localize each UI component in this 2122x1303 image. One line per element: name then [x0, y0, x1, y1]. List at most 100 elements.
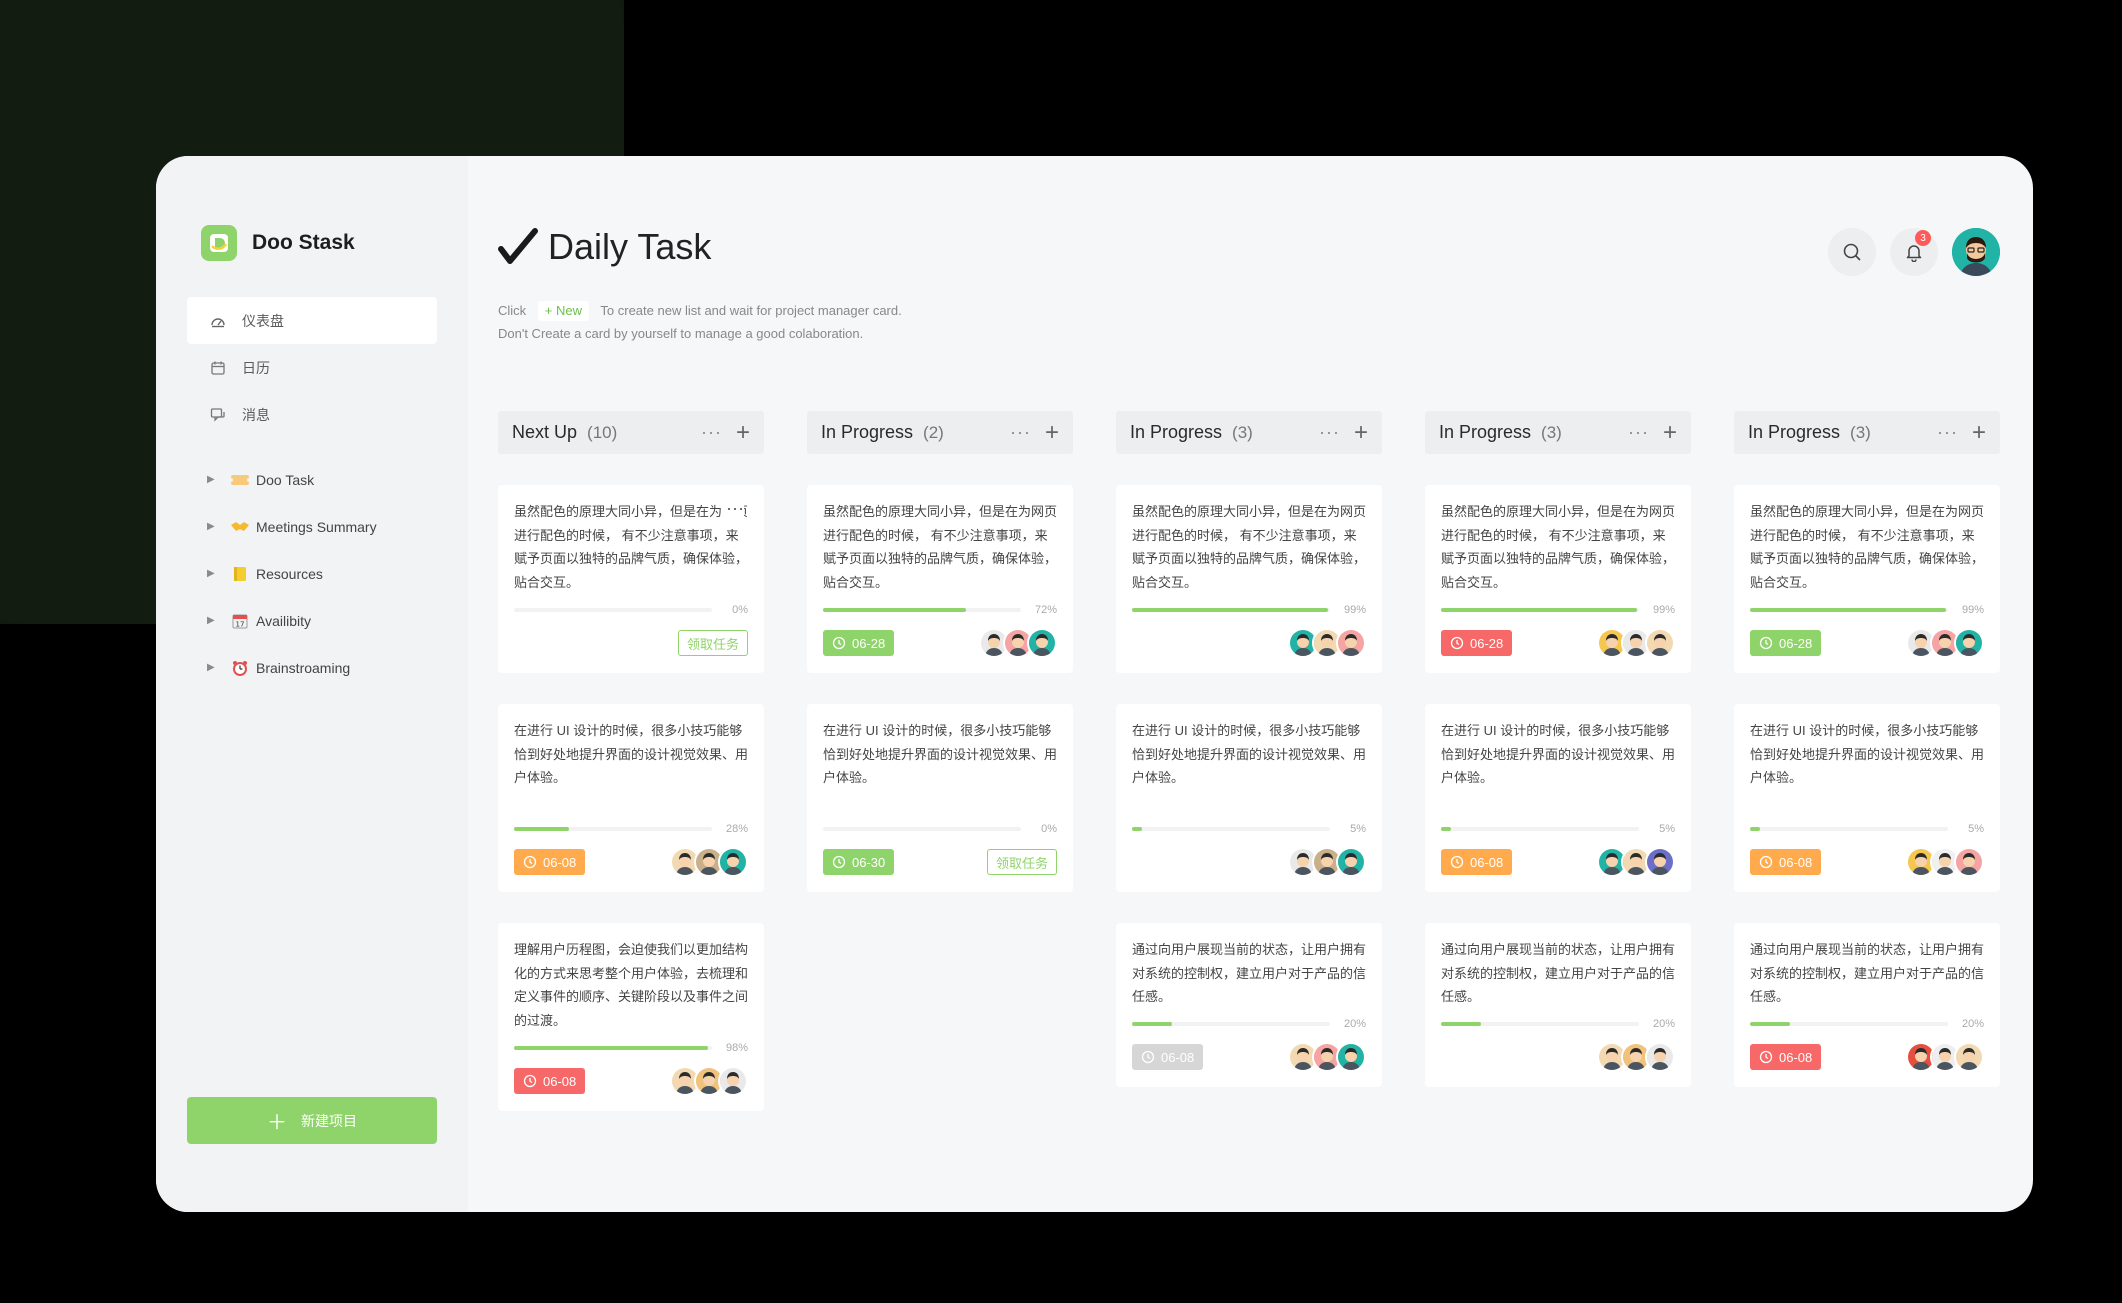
notebook-icon	[230, 566, 250, 582]
assignee-avatars	[1597, 628, 1675, 658]
task-card[interactable]: 虽然配色的原理大同小异，但是在为网页进行配色的时候， 有不少注意事项，来赋予页面…	[498, 485, 764, 673]
project-item-brainstroaming[interactable]: ▶ Brainstroaming	[187, 644, 437, 691]
avatar[interactable]	[1954, 1042, 1984, 1072]
add-card-icon[interactable]: +	[736, 420, 750, 445]
header-actions: 3	[1814, 228, 2000, 276]
avatar[interactable]	[1645, 1042, 1675, 1072]
card-more-icon[interactable]: ···	[722, 498, 744, 519]
task-card[interactable]: 在进行 UI 设计的时候，很多小技巧能够恰到好处地提升界面的设计视觉效果、用户体…	[1116, 704, 1382, 892]
more-icon[interactable]: ···	[1628, 422, 1649, 443]
assignee-avatars	[1906, 628, 1984, 658]
assignee-avatars	[1288, 1042, 1366, 1072]
more-icon[interactable]: ···	[1319, 422, 1340, 443]
task-card[interactable]: 虽然配色的原理大同小异，但是在为网页进行配色的时候， 有不少注意事项，来赋予页面…	[807, 485, 1073, 673]
task-card[interactable]: 在进行 UI 设计的时候，很多小技巧能够恰到好处地提升界面的设计视觉效果、用户体…	[1425, 704, 1691, 892]
progress-track	[1750, 608, 1948, 612]
handshake-icon	[230, 519, 250, 535]
expand-arrow-icon[interactable]: ▶	[207, 662, 221, 673]
add-card-icon[interactable]: +	[1354, 420, 1368, 445]
kanban-column: In Progress (3) ··· + 虽然配色的原理大同小异，但是在为网页进行配色…	[1734, 411, 2000, 1142]
search-button[interactable]	[1828, 228, 1876, 276]
new-project-button[interactable]: ＋ 新建项目	[187, 1097, 437, 1144]
progress-fill	[1750, 827, 1760, 831]
card-description: 在进行 UI 设计的时候，很多小技巧能够恰到好处地提升界面的设计视觉效果、用户体…	[1132, 723, 1366, 785]
add-card-icon[interactable]: +	[1045, 420, 1059, 445]
dashboard-icon	[208, 311, 228, 331]
column-count: (3)	[1541, 422, 1562, 442]
message-icon	[208, 405, 228, 425]
progress-row: 5%	[1750, 823, 1984, 835]
task-card[interactable]: 通过向用户展现当前的状态，让用户拥有对系统的控制权，建立用户对于产品的信任感。 2…	[1734, 923, 2000, 1087]
user-avatar[interactable]	[1952, 228, 2000, 276]
progress-fill	[1132, 1022, 1172, 1026]
due-date-badge: 06-08	[1132, 1044, 1204, 1070]
card-meta: 06-08	[514, 847, 748, 877]
more-icon[interactable]: ···	[1010, 422, 1031, 443]
task-card[interactable]: 理解用户历程图，会迫使我们以更加结构化的方式来思考整个用户体验，去梳理和定义事件…	[498, 923, 764, 1111]
progress-percent: 5%	[1350, 823, 1366, 835]
add-card-icon[interactable]: +	[1663, 420, 1677, 445]
avatar[interactable]	[1336, 847, 1366, 877]
column-header: In Progress (3) ··· +	[1734, 411, 2000, 454]
nav-item-dashboard[interactable]: 仪表盘	[187, 297, 437, 344]
task-card[interactable]: 在进行 UI 设计的时候，很多小技巧能够恰到好处地提升界面的设计视觉效果、用户体…	[1734, 704, 2000, 892]
search-icon	[1843, 243, 1861, 261]
notifications-button[interactable]: 3	[1890, 228, 1938, 276]
avatar[interactable]	[1336, 1042, 1366, 1072]
progress-fill	[514, 827, 570, 831]
nav-item-calendar[interactable]: 日历	[187, 344, 437, 391]
project-item-meetings-summary[interactable]: ▶ Meetings Summary	[187, 503, 437, 550]
column-header: In Progress (3) ··· +	[1425, 411, 1691, 454]
task-card[interactable]: 在进行 UI 设计的时候，很多小技巧能够恰到好处地提升界面的设计视觉效果、用户体…	[807, 704, 1073, 892]
card-description: 在进行 UI 设计的时候，很多小技巧能够恰到好处地提升界面的设计视觉效果、用户体…	[823, 723, 1057, 785]
project-item-doo-task[interactable]: ▶ Doo Task	[187, 456, 437, 503]
more-icon[interactable]: ···	[701, 422, 722, 443]
nav-label: 日历	[242, 359, 270, 376]
avatar[interactable]	[1645, 628, 1675, 658]
avatar[interactable]	[718, 1066, 748, 1096]
nav-item-messages[interactable]: 消息	[187, 391, 437, 438]
avatar[interactable]	[1954, 847, 1984, 877]
task-card[interactable]: 虽然配色的原理大同小异，但是在为网页进行配色的时候， 有不少注意事项，来赋予页面…	[1116, 485, 1382, 673]
task-card[interactable]: 在进行 UI 设计的时候，很多小技巧能够恰到好处地提升界面的设计视觉效果、用户体…	[498, 704, 764, 892]
project-item-resources[interactable]: ▶ Resources	[187, 550, 437, 597]
assignee-avatars	[1288, 628, 1366, 658]
column-title: In Progress	[1748, 422, 1841, 442]
clock-icon	[832, 855, 846, 869]
task-card[interactable]: 通过向用户展现当前的状态，让用户拥有对系统的控制权，建立用户对于产品的信任感。 2…	[1116, 923, 1382, 1087]
progress-row: 99%	[1750, 604, 1984, 616]
due-date-text: 06-28	[1470, 635, 1504, 651]
task-card[interactable]: 通过向用户展现当前的状态，让用户拥有对系统的控制权，建立用户对于产品的信任感。 2…	[1425, 923, 1691, 1087]
project-item-availibity[interactable]: ▶ 17 Availibity	[187, 597, 437, 644]
logo[interactable]: Doo Stask	[201, 225, 355, 261]
hint-line-2: Don't Create a card by yourself to manag…	[498, 326, 864, 341]
progress-percent: 20%	[1961, 1018, 1984, 1030]
nav-label: 仪表盘	[242, 312, 284, 329]
expand-arrow-icon[interactable]: ▶	[207, 521, 221, 532]
due-date-badge: 06-30	[823, 849, 895, 875]
column-header: Next Up (10) ··· +	[498, 411, 764, 454]
task-card[interactable]: 虽然配色的原理大同小异，但是在为网页进行配色的时候， 有不少注意事项，来赋予页面…	[1734, 485, 2000, 673]
add-card-icon[interactable]: +	[1972, 420, 1986, 445]
avatar[interactable]	[1027, 628, 1057, 658]
progress-percent: 20%	[1343, 1018, 1366, 1030]
progress-track	[1132, 608, 1330, 612]
claim-task-button[interactable]: 领取任务	[677, 630, 748, 656]
progress-track	[1132, 827, 1330, 831]
avatar[interactable]	[1336, 628, 1366, 658]
expand-arrow-icon[interactable]: ▶	[207, 568, 221, 579]
due-date-text: 06-28	[1779, 635, 1813, 651]
expand-arrow-icon[interactable]: ▶	[207, 615, 221, 626]
avatar[interactable]	[1954, 628, 1984, 658]
new-list-button[interactable]: + New	[537, 301, 590, 321]
avatar[interactable]	[1645, 847, 1675, 877]
card-meta: 06-08	[514, 1066, 748, 1096]
progress-row: 20%	[1750, 1018, 1984, 1030]
task-card[interactable]: 虽然配色的原理大同小异，但是在为网页进行配色的时候， 有不少注意事项，来赋予页面…	[1425, 485, 1691, 673]
claim-task-button[interactable]: 领取任务	[986, 849, 1057, 875]
avatar[interactable]	[718, 847, 748, 877]
expand-arrow-icon[interactable]: ▶	[207, 474, 221, 485]
clock-icon	[1450, 855, 1464, 869]
more-icon[interactable]: ···	[1937, 422, 1958, 443]
sidebar: Doo Stask 仪表盘 日历 消息 ▶ Doo Task ▶ Meeting…	[156, 156, 468, 1212]
